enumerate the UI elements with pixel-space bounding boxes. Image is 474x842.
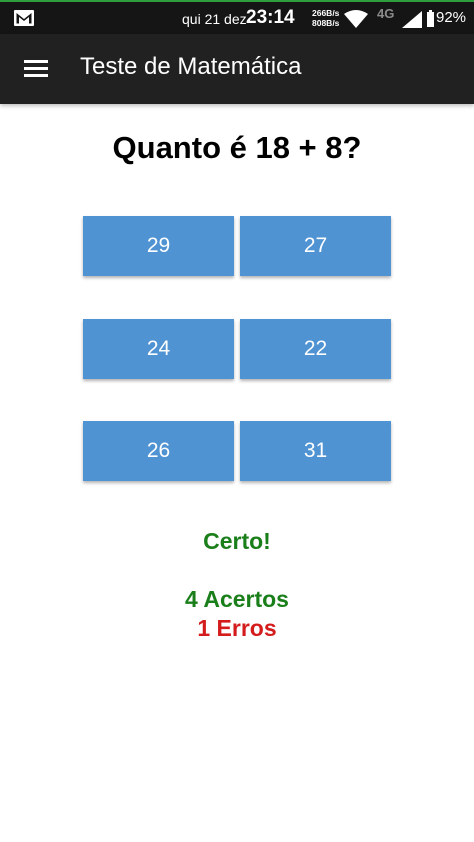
menu-bar-bottom [24, 74, 48, 77]
answer-button-2[interactable]: 27 [240, 216, 391, 276]
menu-bar-middle [24, 67, 48, 70]
correct-count: 4 Acertos [185, 586, 289, 612]
wrong-count: 1 Erros [197, 615, 277, 641]
menu-bar-top [24, 60, 48, 63]
feedback-message: Certo! [203, 528, 271, 554]
app-toolbar: Teste de Matemática [0, 34, 474, 104]
answer-button-5[interactable]: 26 [83, 421, 234, 481]
status-date: qui 21 dez [182, 11, 247, 27]
answer-button-6[interactable]: 31 [240, 421, 391, 481]
gmail-icon [14, 10, 34, 26]
app-title: Teste de Matemática [80, 53, 302, 80]
question-text: Quanto é 18 + 8? [112, 130, 362, 165]
download-speed: 808B/s [312, 18, 340, 28]
battery-icon [427, 10, 434, 27]
answer-button-3[interactable]: 24 [83, 319, 234, 379]
status-time: 23:14 [246, 7, 295, 28]
answer-button-4[interactable]: 22 [240, 319, 391, 379]
wifi-icon [344, 10, 368, 28]
signal-icon [402, 11, 422, 28]
status-bar: qui 21 dez 23:14 266B/s 808B/s 4G 92% [0, 0, 474, 34]
network-type: 4G [377, 6, 395, 21]
answer-button-1[interactable]: 29 [83, 216, 234, 276]
screen: qui 21 dez 23:14 266B/s 808B/s 4G 92% Te… [0, 0, 474, 842]
upload-speed: 266B/s [312, 8, 340, 18]
network-speed: 266B/s 808B/s [312, 8, 339, 28]
battery-percent: 92% [436, 9, 467, 26]
hamburger-menu-icon[interactable] [24, 58, 50, 80]
